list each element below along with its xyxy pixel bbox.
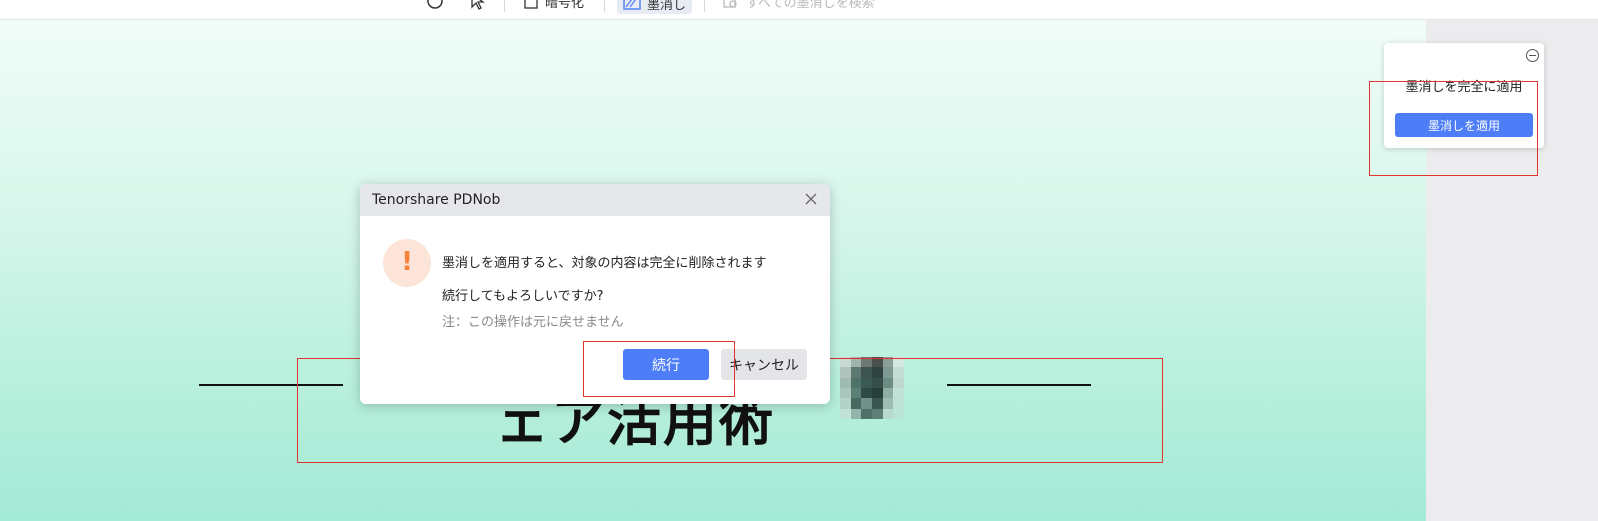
cancel-button[interactable]: キャンセル <box>721 349 807 380</box>
redact-button[interactable]: 墨消し <box>617 0 693 14</box>
toolbar-divider <box>704 0 705 12</box>
confirm-dialog: Tenorshare PDNob ! 墨消しを適用すると、対象の内容は完全に削除… <box>360 184 830 404</box>
apply-redaction-button[interactable]: 墨消しを適用 <box>1395 113 1533 137</box>
toolbar-divider <box>604 0 605 12</box>
search-all-label: すべての墨消しを検索 <box>746 0 875 11</box>
cursor-tool-icon[interactable] <box>468 0 486 11</box>
toolbar: 暗号化 墨消し すべての墨消しを検索 <box>0 0 1598 20</box>
heading-line-left <box>199 384 343 386</box>
apply-card-title: 墨消しを完全に適用 <box>1405 80 1523 95</box>
redact-label: 墨消し <box>647 0 687 13</box>
collapse-icon[interactable] <box>1526 49 1539 62</box>
lock-icon <box>524 0 538 9</box>
apply-redaction-card: 墨消しを完全に適用 墨消しを適用 <box>1384 43 1544 148</box>
password-label: 暗号化 <box>545 0 585 11</box>
dialog-question: 続行してもよろしいですか? <box>442 289 604 304</box>
redact-icon <box>623 0 641 10</box>
ellipse-tool-icon[interactable] <box>426 0 444 11</box>
heading-line-right <box>947 384 1091 386</box>
search-redaction-icon <box>723 0 737 8</box>
dialog-message: 墨消しを適用すると、対象の内容は完全に削除されます <box>442 256 767 271</box>
warning-icon: ! <box>383 239 431 287</box>
password-button[interactable]: 暗号化 <box>523 0 584 11</box>
continue-button[interactable]: 続行 <box>623 349 709 380</box>
dialog-title: Tenorshare PDNob <box>372 192 501 208</box>
close-icon[interactable] <box>802 191 820 209</box>
redaction-mosaic <box>840 357 904 419</box>
toolbar-divider <box>504 0 505 12</box>
dialog-header: Tenorshare PDNob <box>360 184 830 216</box>
dialog-note: 注：この操作は元に戻せません <box>442 315 624 330</box>
warning-symbol: ! <box>401 247 413 277</box>
search-all-redactions-button[interactable]: すべての墨消しを検索 <box>722 0 875 11</box>
